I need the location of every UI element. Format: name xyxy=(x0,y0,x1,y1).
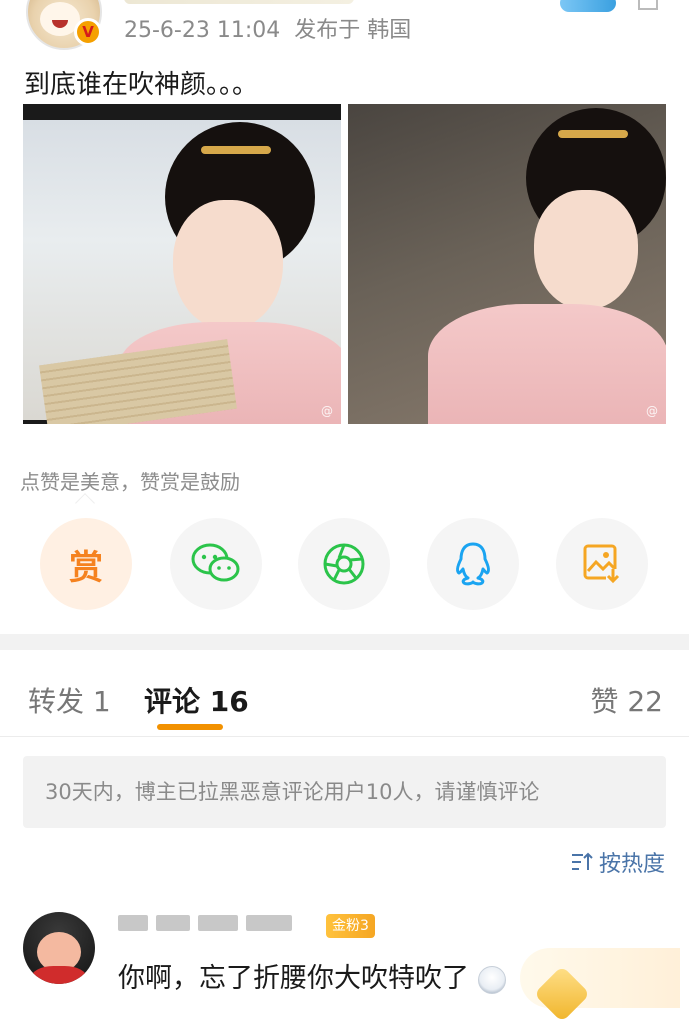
reward-button-label: 赏 xyxy=(69,547,103,588)
sort-label: 按热度 xyxy=(598,852,665,877)
tab-likes[interactable]: 赞 22 xyxy=(590,680,663,720)
sort-by-heat-button[interactable]: 按热度 xyxy=(571,846,665,878)
image-robe xyxy=(428,304,666,424)
decoration-badge xyxy=(560,0,616,12)
tab-repost[interactable]: 转发 1 xyxy=(28,680,111,720)
sort-icon xyxy=(571,852,593,870)
reward-button[interactable]: 赏 xyxy=(40,518,132,610)
post-location: 发布于 韩国 xyxy=(294,18,412,43)
qq-icon xyxy=(456,542,490,586)
post-meta: 25-6-23 11:04 发布于 韩国 xyxy=(124,12,411,44)
tip-caret xyxy=(75,493,95,513)
more-options-icon[interactable] xyxy=(638,0,658,10)
husky-emoji-icon xyxy=(477,965,506,994)
fan-badge: 金粉3 xyxy=(326,914,375,938)
share-moments-button[interactable] xyxy=(298,518,390,610)
verified-badge-icon: V xyxy=(74,18,102,46)
image-face xyxy=(173,200,283,330)
active-tab-indicator xyxy=(157,724,223,730)
image-watermark: @ xyxy=(321,404,333,418)
comment-text-content: 你啊，忘了折腰你大吹特吹了 xyxy=(118,963,469,994)
tab-comments[interactable]: 评论 16 xyxy=(144,680,249,720)
comment-text: 你啊，忘了折腰你大吹特吹了 xyxy=(118,956,506,995)
post-image-2[interactable]: @ xyxy=(348,104,666,424)
commenter-avatar[interactable] xyxy=(23,912,95,984)
save-image-button[interactable] xyxy=(556,518,648,610)
image-face xyxy=(534,190,638,310)
author-name-blurred[interactable] xyxy=(124,0,354,4)
moments-icon xyxy=(323,543,365,585)
avatar-shirt xyxy=(31,966,87,984)
post-time: 25-6-23 11:04 xyxy=(124,18,281,43)
reward-tip: 点赞是美意，赞赏是鼓励 xyxy=(20,470,240,494)
share-wechat-button[interactable] xyxy=(170,518,262,610)
post-text: 到底谁在吹神颜。。。 xyxy=(24,70,259,100)
save-image-icon xyxy=(583,544,620,584)
image-hairpin xyxy=(558,130,628,138)
image-watermark: @ xyxy=(646,404,658,418)
section-divider xyxy=(0,634,689,650)
share-qq-button[interactable] xyxy=(427,518,519,610)
wechat-icon xyxy=(191,543,240,582)
tab-bar-border xyxy=(0,736,689,737)
image-hairpin xyxy=(201,146,271,154)
post-image-1[interactable]: @ xyxy=(23,104,341,424)
comment-notice: 30天内，博主已拉黑恶意评论用户10人，请谨慎评论 xyxy=(23,756,666,828)
commenter-name-blurred[interactable] xyxy=(118,912,318,936)
post-header: V 25-6-23 11:04 发布于 韩国 xyxy=(0,0,689,52)
